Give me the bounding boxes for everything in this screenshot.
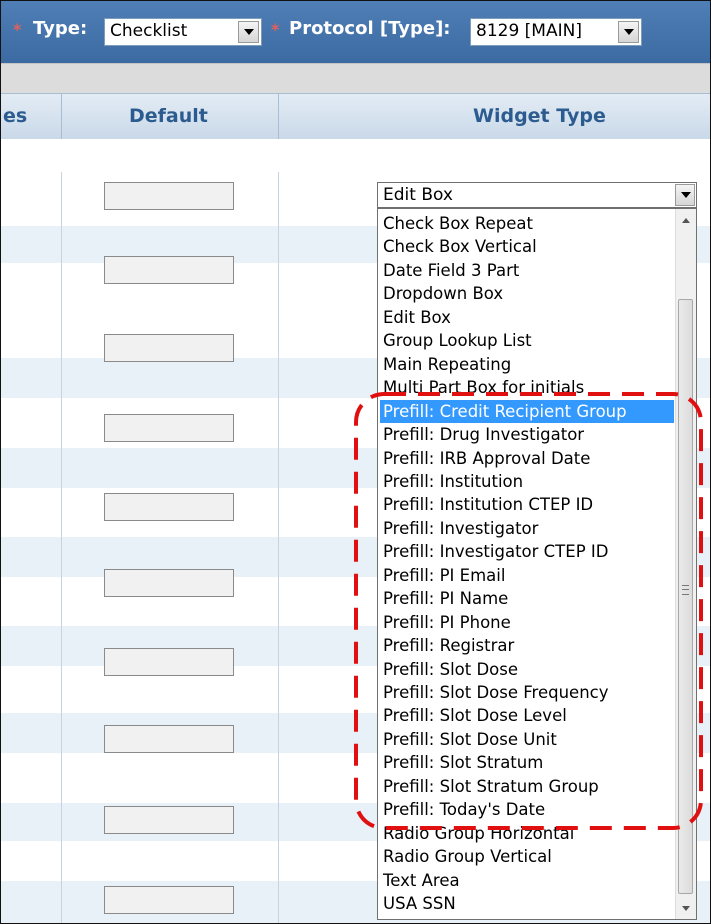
default-value-input[interactable] (104, 725, 234, 753)
dropdown-option[interactable]: Prefill: Credit Recipient Group (380, 399, 674, 423)
default-value-input[interactable] (104, 569, 234, 597)
type-label: Type: (33, 18, 88, 39)
dropdown-option[interactable]: Check Box Repeat (380, 212, 674, 235)
dropdown-option[interactable]: Prefill: Slot Dose Frequency (380, 681, 674, 704)
dropdown-option[interactable]: Prefill: Today's Date (380, 798, 674, 821)
dropdown-option[interactable]: Prefill: Registrar (380, 634, 674, 657)
widget-type-select-value: Edit Box (383, 185, 453, 205)
type-select[interactable]: Checklist (104, 18, 262, 46)
toolbar: * Type: Checklist * Protocol [Type]: 812… (1, 1, 710, 63)
dropdown-option[interactable]: Radio Group Horizontal (380, 822, 674, 845)
scroll-down-icon[interactable] (676, 899, 696, 917)
grip-icon (682, 585, 689, 595)
dropdown-option[interactable]: Prefill: Slot Dose Unit (380, 728, 674, 751)
default-value-input[interactable] (104, 493, 234, 521)
dropdown-option[interactable]: Prefill: PI Phone (380, 611, 674, 634)
dropdown-option[interactable]: Prefill: IRB Approval Date (380, 447, 674, 470)
column-divider (278, 172, 279, 923)
default-value-input[interactable] (104, 648, 234, 676)
dropdown-option[interactable]: Multi Part Box for initials (380, 376, 674, 399)
dropdown-option[interactable]: Prefill: Investigator (380, 517, 674, 540)
required-marker: * (271, 20, 280, 39)
protocol-select-value: 8129 [MAIN] (476, 21, 582, 41)
dropdown-option[interactable]: Prefill: Institution CTEP ID (380, 493, 674, 516)
column-header-widget-type: Widget Type (473, 105, 606, 127)
chevron-down-icon[interactable] (675, 184, 695, 206)
table-header: es Default Widget Type (1, 93, 710, 141)
dropdown-option[interactable]: Text Area (380, 869, 674, 892)
scroll-up-icon[interactable] (676, 211, 696, 229)
required-marker: * (13, 20, 22, 39)
dropdown-option[interactable]: Prefill: Drug Investigator (380, 423, 674, 446)
sub-toolbar (1, 63, 710, 94)
column-divider (61, 94, 62, 140)
default-value-input[interactable] (104, 414, 234, 442)
default-value-input[interactable] (104, 334, 234, 362)
dropdown-option[interactable]: Main Repeating (380, 353, 674, 376)
dropdown-option[interactable]: Edit Box (380, 306, 674, 329)
dropdown-option[interactable]: Prefill: Slot Stratum (380, 751, 674, 774)
dropdown-option[interactable]: Prefill: Investigator CTEP ID (380, 540, 674, 563)
dropdown-option[interactable]: Group Lookup List (380, 329, 674, 352)
default-value-input[interactable] (104, 256, 234, 284)
column-header-default: Default (129, 105, 208, 127)
dropdown-option[interactable]: Prefill: Slot Dose Level (380, 704, 674, 727)
chevron-down-icon[interactable] (618, 21, 639, 43)
dropdown-option[interactable]: Prefill: PI Name (380, 587, 674, 610)
dropdown-option[interactable]: Prefill: Slot Stratum Group (380, 775, 674, 798)
protocol-label: Protocol [Type]: (289, 18, 451, 39)
default-value-input[interactable] (104, 886, 234, 914)
column-divider (61, 172, 62, 923)
table-row (1, 139, 710, 173)
dropdown-option[interactable]: Date Field 3 Part (380, 259, 674, 282)
dropdown-option[interactable]: Check Box Vertical (380, 235, 674, 258)
column-header-partial: es (3, 105, 28, 127)
dropdown-option[interactable]: Prefill: PI Email (380, 564, 674, 587)
widget-type-dropdown-list[interactable]: Check Box Repeat Check Box Vertical Date F… (377, 208, 697, 920)
scrollbar-thumb[interactable] (678, 299, 693, 894)
dropdown-option[interactable]: USA SSN (380, 892, 674, 915)
type-select-value: Checklist (110, 21, 188, 41)
dropdown-option[interactable]: Dropdown Box (380, 282, 674, 305)
default-value-input[interactable] (104, 806, 234, 834)
dropdown-option[interactable]: Radio Group Vertical (380, 845, 674, 868)
default-value-input[interactable] (104, 182, 234, 210)
scrollbar[interactable] (675, 209, 696, 919)
column-divider (278, 94, 279, 140)
dropdown-option[interactable]: Prefill: Institution (380, 470, 674, 493)
form-editor-window: * Type: Checklist * Protocol [Type]: 812… (0, 0, 711, 924)
dropdown-option[interactable]: Prefill: Slot Dose (380, 658, 674, 681)
chevron-down-icon[interactable] (238, 21, 259, 43)
protocol-select[interactable]: 8129 [MAIN] (470, 18, 642, 46)
widget-type-select[interactable]: Edit Box (377, 182, 697, 208)
